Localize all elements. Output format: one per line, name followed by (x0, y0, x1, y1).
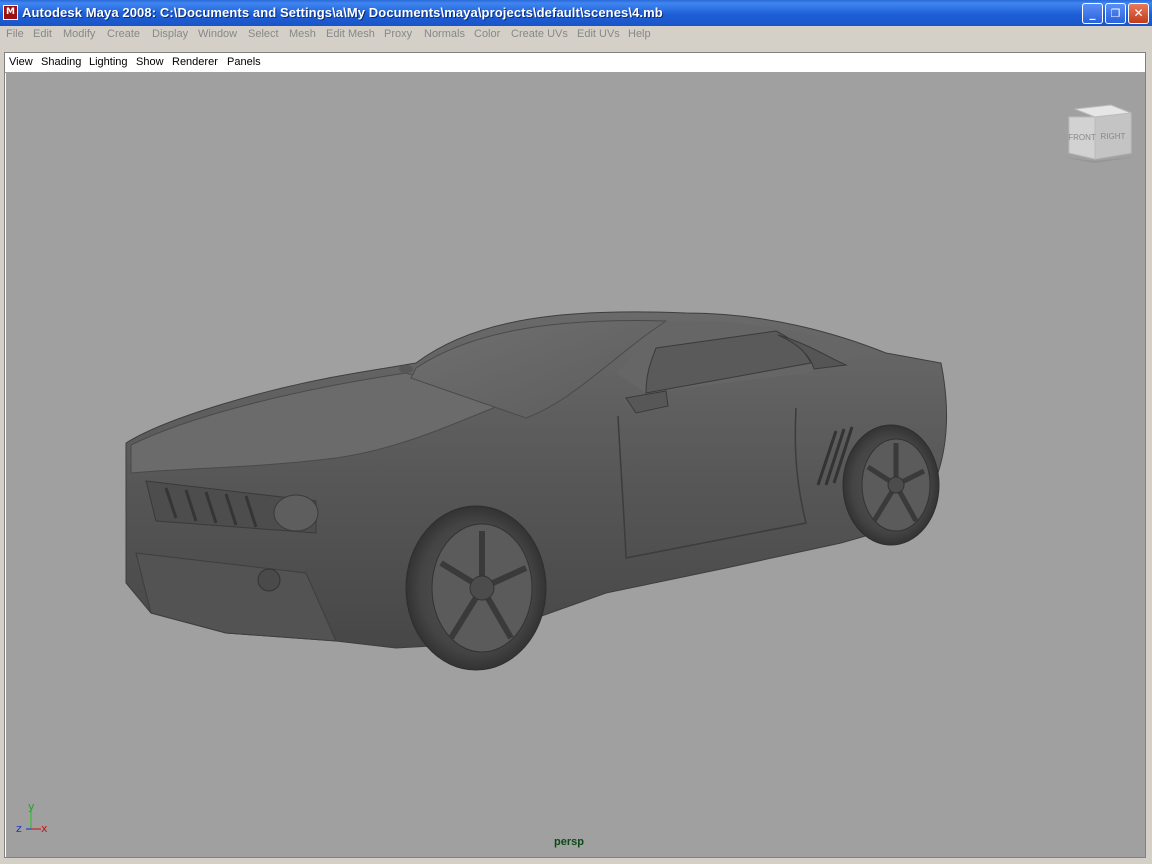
model-panel: View Shading Lighting Show Renderer Pane… (4, 52, 1146, 858)
menu-file[interactable]: File (6, 28, 24, 40)
camera-name-label: persp (554, 836, 584, 848)
menu-proxy[interactable]: Proxy (384, 28, 412, 40)
restore-button[interactable]: ❐ (1105, 3, 1126, 24)
panel-menu-shading[interactable]: Shading (41, 56, 81, 68)
close-button[interactable]: ✕ (1128, 3, 1149, 24)
menu-edit-uvs[interactable]: Edit UVs (577, 28, 620, 40)
panel-menu-lighting[interactable]: Lighting (89, 56, 128, 68)
menu-select[interactable]: Select (248, 28, 279, 40)
menu-create-uvs[interactable]: Create UVs (511, 28, 568, 40)
menu-modify[interactable]: Modify (63, 28, 95, 40)
menu-display[interactable]: Display (152, 28, 188, 40)
view-cube[interactable]: FRONT RIGHT (1061, 103, 1135, 163)
panel-menu-bar: View Shading Lighting Show Renderer Pane… (5, 53, 1145, 73)
menu-create[interactable]: Create (107, 28, 140, 40)
axis-y-label: y (28, 801, 35, 813)
menu-edit-mesh[interactable]: Edit Mesh (326, 28, 375, 40)
menu-window[interactable]: Window (198, 28, 237, 40)
view-cube-front-label[interactable]: FRONT (1068, 133, 1096, 142)
menu-normals[interactable]: Normals (424, 28, 465, 40)
title-bar[interactable]: M Autodesk Maya 2008: C:\Documents and S… (0, 0, 1152, 26)
maya-app-icon[interactable]: M (3, 5, 18, 20)
panel-menu-panels[interactable]: Panels (227, 56, 261, 68)
menu-edit[interactable]: Edit (33, 28, 52, 40)
menu-help[interactable]: Help (628, 28, 651, 40)
view-cube-right-label[interactable]: RIGHT (1101, 132, 1126, 141)
minimize-button[interactable]: _ (1082, 3, 1103, 24)
car-model[interactable] (6, 73, 1145, 857)
window-title: Autodesk Maya 2008: C:\Documents and Set… (22, 5, 663, 20)
axis-z-label: z (16, 822, 22, 835)
axis-x-label: x (41, 822, 48, 835)
axis-indicator: y x z (16, 801, 48, 835)
panel-menu-renderer[interactable]: Renderer (172, 56, 218, 68)
bottom-frame (0, 858, 1152, 864)
menu-mesh[interactable]: Mesh (289, 28, 316, 40)
perspective-viewport[interactable]: FRONT RIGHT y x z persp (6, 73, 1145, 857)
menu-color[interactable]: Color (474, 28, 500, 40)
panel-menu-view[interactable]: View (9, 56, 33, 68)
main-menu-bar: File Edit Modify Create Display Window S… (0, 26, 1152, 46)
panel-menu-show[interactable]: Show (136, 56, 164, 68)
